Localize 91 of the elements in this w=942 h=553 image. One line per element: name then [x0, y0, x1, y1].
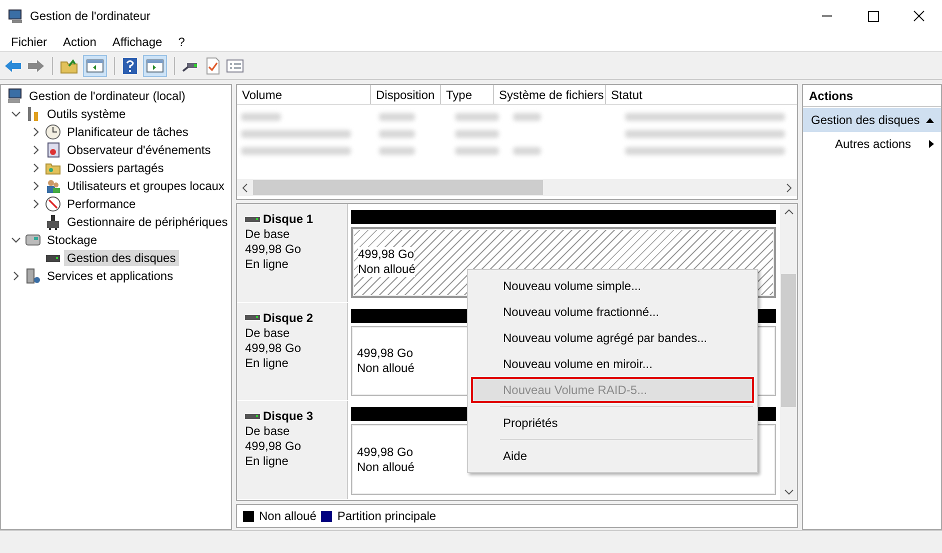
tree-item[interactable]: Planificateur de tâches: [64, 124, 192, 140]
blurred-text: [455, 112, 499, 120]
partition-size: 499,98 Go: [358, 247, 414, 262]
pane-icon[interactable]: [83, 54, 107, 76]
back-icon[interactable]: [4, 58, 22, 74]
tools-icon: [25, 106, 41, 122]
submenu-arrow-icon: [927, 139, 935, 149]
disk-status: En ligne: [245, 454, 290, 470]
section-label: Gestion des disques: [811, 113, 920, 127]
blurred-text: [513, 146, 541, 154]
menu-item[interactable]: Affichage: [104, 34, 170, 48]
menu-item[interactable]: Action: [55, 34, 104, 48]
checklist-icon[interactable]: [205, 56, 221, 74]
tree-item[interactable]: Stockage: [44, 232, 100, 248]
action-item[interactable]: Autres actions: [803, 132, 941, 156]
forward-icon[interactable]: [27, 58, 45, 74]
column-header[interactable]: Type: [441, 85, 494, 104]
disk-info-panel[interactable]: Disque 3 De base 499,98 Go En ligne: [237, 401, 348, 500]
disk-info-panel[interactable]: Disque 2 De base 499,98 Go En ligne: [237, 302, 348, 400]
tree-item[interactable]: Gestion de l'ordinateur (local): [26, 88, 188, 104]
clock-icon: [45, 124, 61, 140]
disk-size: 499,98 Go: [245, 242, 302, 257]
tree-item[interactable]: Performance: [64, 196, 139, 212]
menu-item[interactable]: Nouveau volume simple...: [471, 273, 754, 299]
horizontal-scrollbar[interactable]: [237, 179, 797, 196]
column-header[interactable]: Volume: [237, 85, 371, 104]
users-icon: [45, 178, 61, 194]
disk-type: De base: [245, 326, 291, 341]
menu-item[interactable]: Nouveau volume fractionné...: [471, 299, 754, 325]
disk-name: Disque 2: [263, 310, 314, 326]
menu-item[interactable]: Fichier: [3, 34, 56, 48]
help-icon[interactable]: [122, 56, 138, 74]
tree-item[interactable]: Utilisateurs et groupes locaux: [64, 178, 228, 194]
column-header[interactable]: Disposition: [371, 85, 441, 104]
vertical-scrollbar[interactable]: [780, 204, 797, 500]
disk-status: En ligne: [245, 356, 290, 371]
tree-item[interactable]: Outils système: [44, 106, 129, 122]
disk-size: 499,98 Go: [245, 340, 302, 356]
list-icon[interactable]: [226, 58, 244, 74]
disk-status: En ligne: [245, 257, 290, 272]
partition-size: 499,98 Go: [357, 444, 414, 460]
blurred-text: [379, 146, 415, 154]
menu-item[interactable]: Nouveau volume en miroir...: [471, 351, 754, 377]
partition-size: 499,98 Go: [357, 346, 414, 361]
disk-size: 499,98 Go: [245, 439, 302, 454]
tree-item[interactable]: Gestionnaire de périphériques: [64, 214, 231, 230]
expand-icon[interactable]: [31, 181, 41, 191]
menu-item[interactable]: Propriétés: [471, 410, 754, 436]
actions-section[interactable]: Gestion des disques: [803, 108, 941, 132]
menu-item[interactable]: Aide: [471, 443, 754, 469]
menu-item[interactable]: ?: [170, 34, 193, 48]
collapse-icon[interactable]: [11, 109, 21, 119]
expand-icon[interactable]: [11, 271, 21, 281]
expand-icon[interactable]: [31, 127, 41, 137]
blurred-text: [513, 112, 541, 120]
device-icon: [45, 214, 61, 230]
column-header[interactable]: Statut: [606, 85, 797, 104]
actions-header: Actions: [803, 85, 941, 107]
disk-type: De base: [245, 424, 291, 440]
collapse-icon[interactable]: [925, 116, 935, 124]
services-icon: [25, 268, 41, 284]
disk-name: Disque 3: [263, 409, 314, 424]
legend-label: Partition principale: [337, 509, 436, 523]
tree-item[interactable]: Dossiers partagés: [64, 160, 167, 176]
column-header[interactable]: Système de fichiers: [494, 85, 606, 104]
blurred-text: [455, 146, 499, 154]
blurred-text: [379, 130, 415, 138]
expand-icon[interactable]: [31, 145, 41, 155]
folder-icon[interactable]: [60, 58, 78, 74]
tree-item[interactable]: Gestion des disques: [64, 250, 179, 266]
disk-type: De base: [245, 227, 291, 242]
disk-name: Disque 1: [263, 212, 314, 227]
log-icon: [45, 142, 61, 158]
blurred-text: [241, 112, 281, 120]
collapse-icon[interactable]: [11, 235, 21, 245]
tree-item[interactable]: Services et applications: [44, 268, 176, 284]
storage-icon: [25, 232, 41, 248]
expand-icon[interactable]: [31, 163, 41, 173]
computer-icon: [7, 88, 23, 104]
gauge-icon: [45, 196, 61, 212]
blurred-text: [379, 112, 415, 120]
legend-label: Non alloué: [259, 509, 316, 523]
tree-item[interactable]: Observateur d'événements: [64, 142, 214, 158]
menu-item[interactable]: Nouveau volume agrégé par bandes...: [471, 325, 754, 351]
partition-state: Non alloué: [358, 262, 416, 278]
blurred-text: [455, 130, 499, 138]
window-title: Gestion de l'ordinateur: [30, 8, 152, 22]
expand-icon[interactable]: [31, 199, 41, 209]
disk-info-panel[interactable]: Disque 1 De base 499,98 Go En ligne: [237, 204, 348, 302]
computer-icon: [8, 8, 24, 24]
pane-icon[interactable]: [143, 54, 167, 76]
